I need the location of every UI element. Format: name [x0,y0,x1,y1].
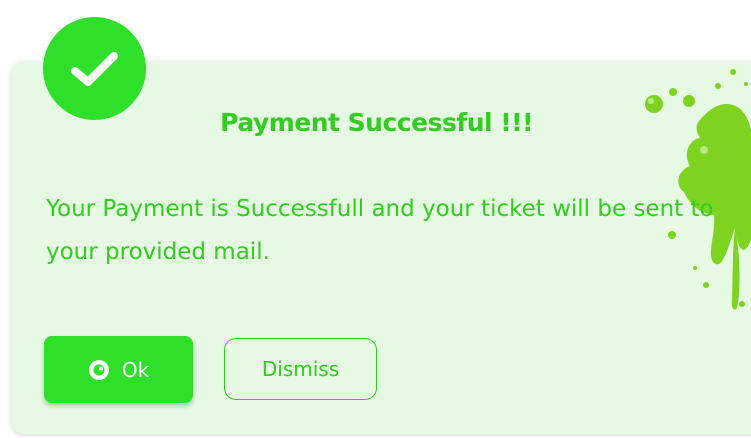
eye-icon [88,359,109,380]
dismiss-button-label: Dismiss [261,357,340,381]
checkmark-glyph [70,51,118,86]
dismiss-button[interactable]: Dismiss [224,338,377,400]
check-icon [43,17,146,120]
ok-button[interactable]: Ok [44,336,193,403]
ok-button-label: Ok [121,357,150,382]
dialog-message: Your Payment is Successfull and your tic… [46,196,714,265]
